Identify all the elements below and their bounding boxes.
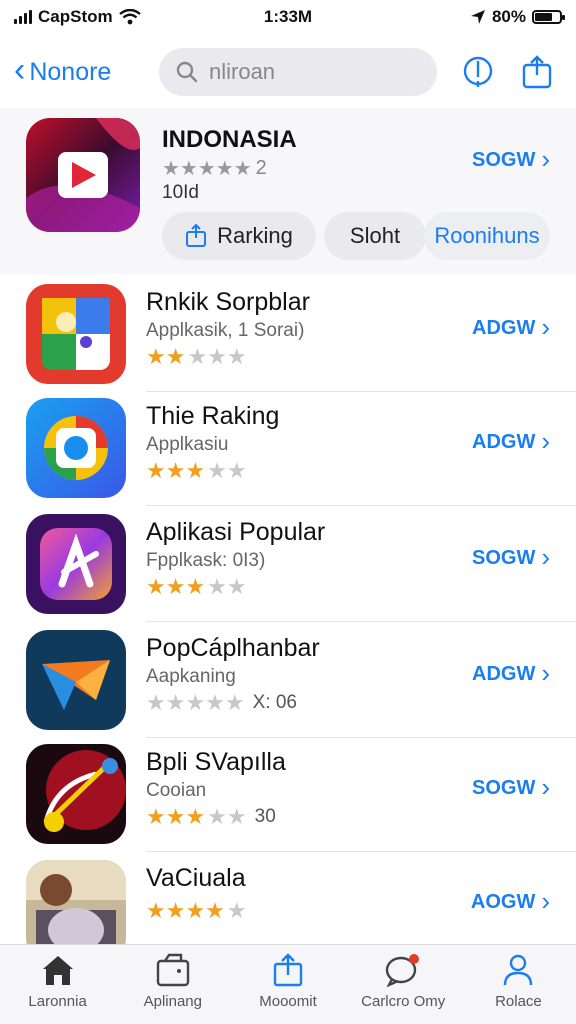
app-name: Thie Raking <box>146 402 280 430</box>
get-button[interactable]: ADGW › <box>472 312 550 343</box>
app-subtitle: Applkasik, 1 Sorai) <box>146 320 305 341</box>
get-button[interactable]: SOGW › <box>471 772 550 803</box>
wifi-icon <box>118 9 141 25</box>
search-icon <box>176 61 198 83</box>
chevron-left-icon: ‹ <box>14 51 26 89</box>
star-rating-icon: ★★★★★ <box>162 158 252 180</box>
info-icon[interactable] <box>463 55 493 89</box>
tab-share[interactable]: Mooomit <box>230 945 345 1024</box>
app-name: Bpli SVapılla <box>146 748 286 776</box>
home-icon <box>42 956 73 985</box>
get-button-label: ADGW <box>472 663 536 685</box>
chevron-right-icon: › <box>541 542 550 572</box>
get-button[interactable]: SOGW › <box>471 542 550 573</box>
app-icon <box>26 284 126 384</box>
get-button-label: SOGW <box>471 777 536 799</box>
tab-home[interactable]: Laronnia <box>0 945 115 1024</box>
signal-icon <box>14 10 32 24</box>
chevron-right-icon: › <box>541 144 550 174</box>
status-time: 1:33M <box>263 7 313 26</box>
list-item[interactable]: PopCáplhanbar Aapkaning ★★★★★ X: 06 ADGW… <box>0 622 576 738</box>
share-icon <box>186 224 207 247</box>
share-icon[interactable] <box>521 55 553 89</box>
rating-count: 30 <box>254 806 276 827</box>
star-rating: ★★★★★ <box>146 898 247 923</box>
featured-review-count: 10Id <box>162 182 199 203</box>
tab-bar: Laronnia Aplinang Mooomit Carlcro Omy Ro… <box>0 944 576 1024</box>
chat-icon <box>386 954 420 987</box>
app-subtitle: Cooian <box>146 780 207 801</box>
chevron-right-icon: › <box>541 886 550 916</box>
location-arrow-icon <box>470 10 485 24</box>
list-item[interactable]: Thie Raking Applkasiu ★★★ ★★ ADGW › <box>0 390 576 506</box>
get-button[interactable]: AOGW › <box>470 886 550 917</box>
star-rating: ★★★★★ <box>146 574 247 599</box>
get-button[interactable]: ADGW › <box>472 426 550 457</box>
get-button[interactable]: ADGW › <box>472 658 550 689</box>
star-rating: ★★★★★ <box>146 458 247 483</box>
featured-rating-count: 2 <box>255 157 267 179</box>
star-rating: ★★★★★ <box>146 344 247 369</box>
featured-app: INDONASIA ★★★★★ 2 10Id SOGW › Rarking Sl… <box>0 108 576 274</box>
search-placeholder: nliroan <box>209 59 276 84</box>
back-label: Nonore <box>29 57 112 86</box>
chevron-right-icon: › <box>541 426 550 456</box>
list-item[interactable]: VaCiuala ★★★★ ★ AOGW › <box>0 852 576 944</box>
tab-label: Laronnia <box>28 993 87 1010</box>
tab-chat[interactable]: Carlcro Omy <box>346 945 461 1024</box>
navigation-bar: ‹ Nonore nliroan <box>0 40 576 104</box>
list-item[interactable]: Rnkik Sorpblar Applkasik, 1 Sorai) ★★ ★★★… <box>0 276 576 392</box>
tab-label: Mooomit <box>259 993 317 1010</box>
person-icon <box>504 954 533 986</box>
ranking-pill[interactable]: Rarking <box>162 212 316 260</box>
get-button-label: AOGW <box>470 891 536 913</box>
share-icon <box>273 953 303 987</box>
pill-label: Roonihuns <box>434 223 540 248</box>
tab-label: Rolace <box>495 993 542 1010</box>
sloht-pill[interactable]: Sloht <box>324 212 426 260</box>
app-icon <box>26 860 126 944</box>
star-rating: ★★★ ★★ 30 <box>146 804 276 829</box>
tab-profile[interactable]: Rolace <box>461 945 576 1024</box>
battery-percent: 80% <box>491 7 526 26</box>
status-bar: CapStom 1:33M 80% <box>0 0 576 34</box>
app-icon <box>26 398 126 498</box>
app-name: Aplikasi Popular <box>146 518 326 546</box>
get-button-label: SOGW <box>471 149 536 171</box>
featured-app-icon[interactable] <box>26 118 140 232</box>
app-name: PopCáplhanbar <box>146 634 320 662</box>
get-button-label: ADGW <box>472 431 536 453</box>
star-rating: ★★★★★ X: 06 <box>146 690 297 715</box>
chevron-right-icon: › <box>541 772 550 802</box>
app-subtitle: Aapkaning <box>146 666 236 687</box>
app-name: VaCiuala <box>146 864 246 892</box>
list-item[interactable]: Bpli SVapılla Cooian ★★★ ★★ 30 SOGW › <box>0 736 576 852</box>
get-button-label: SOGW <box>471 547 536 569</box>
battery-icon <box>532 10 565 24</box>
tab-label: Carlcro Omy <box>361 993 446 1010</box>
app-icon <box>26 630 126 730</box>
chevron-right-icon: › <box>541 658 550 688</box>
rating-count: X: 06 <box>252 692 297 713</box>
list-item[interactable]: Aplikasi Popular Fpplkask: 0I3) ★★★ ★★ SO… <box>0 506 576 622</box>
featured-app-title: INDONASIA <box>162 126 297 153</box>
apps-icon <box>156 953 189 987</box>
app-icon <box>26 744 126 844</box>
featured-get-button[interactable]: SOGW › <box>471 144 550 175</box>
back-button[interactable]: ‹ Nonore <box>14 53 159 87</box>
tab-label: Aplinang <box>143 993 202 1010</box>
tab-apps[interactable]: Aplinang <box>115 945 230 1024</box>
pill-label: Rarking <box>217 223 293 248</box>
featured-rating: ★★★★★ 2 <box>162 156 267 181</box>
get-button-label: ADGW <box>472 317 536 339</box>
app-icon <box>26 514 126 614</box>
app-subtitle: Fpplkask: 0I3) <box>146 550 266 571</box>
carrier-name: CapStom <box>38 7 113 26</box>
app-name: Rnkik Sorpblar <box>146 288 310 316</box>
roonihuns-pill[interactable]: Roonihuns <box>424 212 550 260</box>
search-field[interactable]: nliroan <box>159 48 437 96</box>
chevron-right-icon: › <box>541 312 550 342</box>
pill-label: Sloht <box>349 223 401 248</box>
app-subtitle: Applkasiu <box>146 434 229 455</box>
